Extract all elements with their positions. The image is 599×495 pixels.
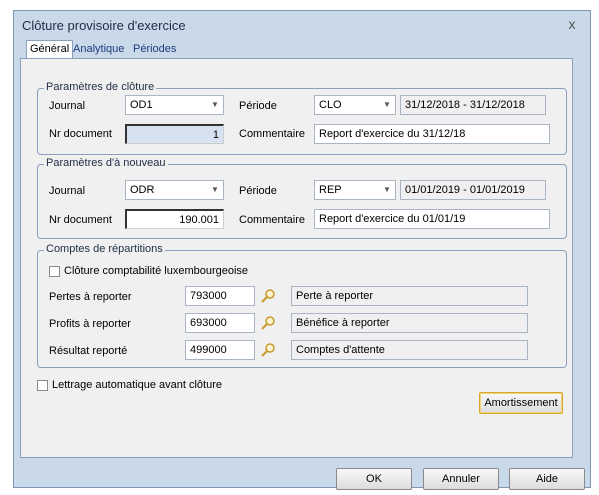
chevron-down-icon: ▼	[211, 185, 219, 194]
resultat-desc: Comptes d'attente	[291, 340, 528, 360]
title-bar[interactable]: Clôture provisoire d'exercice x	[14, 11, 590, 41]
cloture-journal-value: OD1	[130, 99, 153, 111]
cloture-periode-label: Période	[239, 100, 277, 112]
cloture-periode-select[interactable]: CLO ▼	[314, 95, 396, 115]
group-cloture-legend: Paramètres de clôture	[44, 81, 157, 93]
nouveau-nr-label: Nr document	[49, 214, 112, 226]
group-repartitions-legend: Comptes de répartitions	[44, 243, 165, 255]
cloture-journal-label: Journal	[49, 100, 86, 112]
aide-button[interactable]: Aide	[509, 468, 585, 490]
cloture-comment-label: Commentaire	[239, 128, 306, 140]
profits-label: Profits à reporter	[49, 318, 131, 330]
pertes-label: Pertes à reporter	[49, 291, 132, 303]
nouveau-journal-label: Journal	[49, 185, 86, 197]
cloture-periode-value: CLO	[319, 99, 342, 111]
nouveau-periode-select[interactable]: REP ▼	[314, 180, 396, 200]
nouveau-comment-label: Commentaire	[239, 214, 306, 226]
chevron-down-icon: ▼	[383, 185, 391, 194]
close-icon[interactable]: x	[564, 16, 580, 32]
tab-analytique[interactable]: Analytique	[70, 41, 127, 58]
resultat-account-input[interactable]: 499000	[185, 340, 255, 360]
cloture-nr-input[interactable]: 1	[125, 124, 224, 144]
lettrage-checkbox-label: Lettrage automatique avant clôture	[52, 379, 223, 391]
group-nouveau-legend: Paramètres d'à nouveau	[44, 157, 168, 169]
pertes-desc: Perte à reporter	[291, 286, 528, 306]
cloture-nr-label: Nr document	[49, 128, 112, 140]
nouveau-journal-select[interactable]: ODR ▼	[125, 180, 224, 200]
cloture-comment-input[interactable]: Report d'exercice du 31/12/18	[314, 124, 550, 144]
nouveau-comment-input[interactable]: Report d'exercice du 01/01/19	[314, 209, 550, 229]
annuler-button[interactable]: Annuler	[423, 468, 499, 490]
nouveau-nr-input[interactable]: 190.001	[125, 209, 224, 229]
lettrage-checkbox[interactable]	[37, 380, 48, 391]
amortissement-button[interactable]: Amortissement	[479, 392, 563, 414]
search-icon[interactable]	[260, 288, 276, 304]
nouveau-periode-range: 01/01/2019 - 01/01/2019	[400, 180, 546, 200]
lux-checkbox-label: Clôture comptabilité luxembourgeoise	[64, 265, 249, 277]
pertes-account-input[interactable]: 793000	[185, 286, 255, 306]
nouveau-periode-label: Période	[239, 185, 277, 197]
search-icon[interactable]	[260, 342, 276, 358]
nouveau-journal-value: ODR	[130, 184, 155, 196]
profits-account-input[interactable]: 693000	[185, 313, 255, 333]
nouveau-periode-value: REP	[319, 184, 342, 196]
window-title: Clôture provisoire d'exercice	[22, 18, 186, 33]
search-icon[interactable]	[260, 315, 276, 331]
cloture-journal-select[interactable]: OD1 ▼	[125, 95, 224, 115]
chevron-down-icon: ▼	[211, 100, 219, 109]
profits-desc: Bénéfice à reporter	[291, 313, 528, 333]
ok-button[interactable]: OK	[336, 468, 412, 490]
tab-general[interactable]: Général	[26, 40, 74, 59]
chevron-down-icon: ▼	[383, 100, 391, 109]
tab-periodes[interactable]: Périodes	[130, 41, 179, 58]
cloture-periode-range: 31/12/2018 - 31/12/2018	[400, 95, 546, 115]
resultat-label: Résultat reporté	[49, 345, 128, 357]
lux-checkbox[interactable]	[49, 266, 60, 277]
